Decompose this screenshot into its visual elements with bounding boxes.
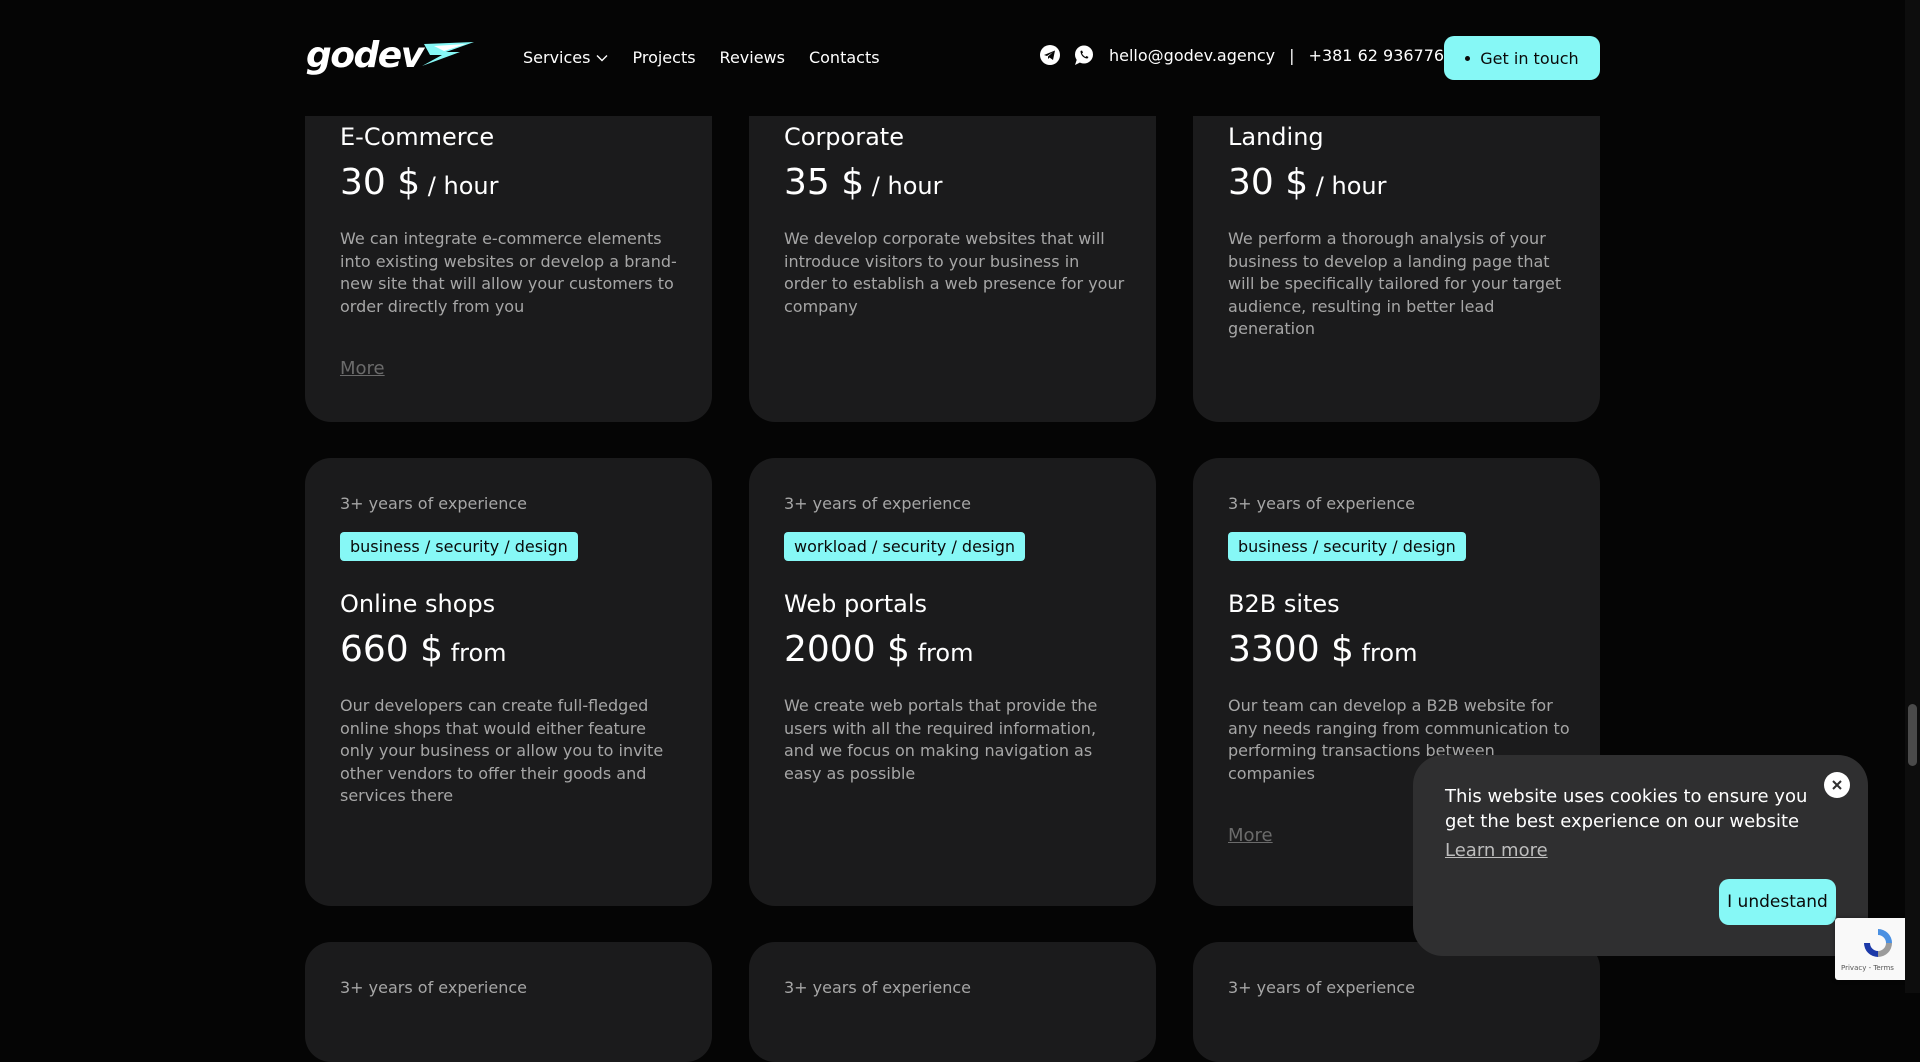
card-description: Our developers can create full-fledged o… (340, 696, 664, 805)
bolt-logo-icon (421, 42, 474, 66)
nav-contacts[interactable]: Contacts (809, 47, 880, 69)
experience-label: 3+ years of experience (784, 494, 971, 513)
price-value: 35 $ (784, 162, 865, 203)
price-value: 2000 $ (784, 629, 910, 670)
price-unit: / hour (1308, 172, 1387, 200)
telegram-icon[interactable] (1039, 44, 1061, 66)
recaptcha-icon (1864, 929, 1892, 957)
card-price: 3300 $ from (1228, 628, 1570, 675)
header-contacts: hello@godev.agency | +381 62 9367761 (1039, 44, 1454, 66)
card-description: We can integrate e-commerce elements int… (340, 229, 677, 316)
price-unit: / hour (864, 172, 943, 200)
nav-contacts-label: Contacts (808, 48, 880, 67)
scrollbar-thumb[interactable] (1908, 704, 1917, 766)
recaptcha-links[interactable]: Privacy - Terms (1841, 964, 1894, 972)
experience-label: 3+ years of experience (340, 978, 527, 997)
card-price: 35 $ / hour (784, 161, 1126, 208)
scrollbar-track[interactable] (1905, 0, 1920, 993)
nav-projects[interactable]: Projects (632, 47, 695, 69)
site-header: godev Services Projects Reviews Contacts (0, 0, 1920, 116)
service-card-online-shops: 3+ years of experience business / securi… (305, 458, 712, 906)
price-unit: from (909, 639, 974, 667)
card-price: 660 $ from (340, 628, 682, 675)
nav-services-label: Services (523, 48, 591, 67)
tag-badge: workload / security / design (784, 532, 1025, 561)
chevron-down-icon (596, 55, 608, 62)
nav-reviews[interactable]: Reviews (720, 47, 785, 69)
email-link[interactable]: hello@godev.agency (1109, 46, 1275, 65)
card-price: 2000 $ from (784, 628, 1126, 675)
logo-text: godev (306, 35, 424, 76)
get-in-touch-button[interactable]: Get in touch (1444, 36, 1600, 80)
service-card-row3-2: 3+ years of experience (749, 942, 1156, 1062)
whatsapp-icon[interactable] (1073, 44, 1095, 66)
nav-reviews-label: Reviews (719, 48, 785, 67)
logo[interactable]: godev (306, 36, 476, 76)
main-nav: Services Projects Reviews Contacts (523, 47, 904, 69)
tag-badge: business / security / design (1228, 532, 1466, 561)
get-in-touch-label: Get in touch (1480, 48, 1579, 68)
price-value: 30 $ (340, 162, 421, 203)
card-description: We develop corporate websites that will … (784, 229, 1125, 316)
card-title: E-Commerce (340, 123, 495, 151)
tag-badge: business / security / design (340, 532, 578, 561)
nav-projects-label: Projects (632, 48, 696, 67)
card-price: 30 $ / hour (1228, 161, 1570, 208)
price-value: 30 $ (1228, 162, 1309, 203)
experience-label: 3+ years of experience (1228, 494, 1415, 513)
service-card-web-portals: 3+ years of experience workload / securi… (749, 458, 1156, 906)
experience-label: 3+ years of experience (1228, 978, 1415, 997)
contacts-separator: | (1289, 45, 1295, 65)
card-price: 30 $ / hour (340, 161, 682, 208)
price-unit: / hour (420, 172, 499, 200)
nav-services[interactable]: Services (523, 47, 608, 69)
card-description: We perform a thorough analysis of your b… (1228, 229, 1562, 338)
accept-cookies-button[interactable]: I undestand (1719, 879, 1836, 925)
cookie-message: This website uses cookies to ensure you … (1445, 786, 1808, 832)
price-value: 660 $ (340, 629, 444, 670)
card-title: Landing (1228, 123, 1324, 151)
more-link[interactable]: More (340, 358, 682, 379)
bullet-dot-icon (1465, 55, 1471, 61)
card-title: Web portals (784, 590, 928, 618)
cookie-banner: This website uses cookies to ensure you … (1413, 755, 1868, 956)
card-description: We create web portals that provide the u… (784, 696, 1098, 783)
phone-link[interactable]: +381 62 9367761 (1309, 46, 1455, 65)
close-icon[interactable] (1824, 772, 1850, 798)
service-card-row3-3: 3+ years of experience (1193, 942, 1600, 1062)
card-title: Corporate (784, 123, 904, 151)
card-title: Online shops (340, 590, 496, 618)
learn-more-link[interactable]: Learn more (1445, 840, 1548, 861)
price-unit: from (443, 639, 507, 667)
service-card-row3-1: 3+ years of experience (305, 942, 712, 1062)
card-title: B2B sites (1228, 590, 1340, 618)
price-value: 3300 $ (1228, 629, 1354, 670)
experience-label: 3+ years of experience (340, 494, 527, 513)
price-unit: from (1353, 639, 1418, 667)
experience-label: 3+ years of experience (784, 978, 971, 997)
